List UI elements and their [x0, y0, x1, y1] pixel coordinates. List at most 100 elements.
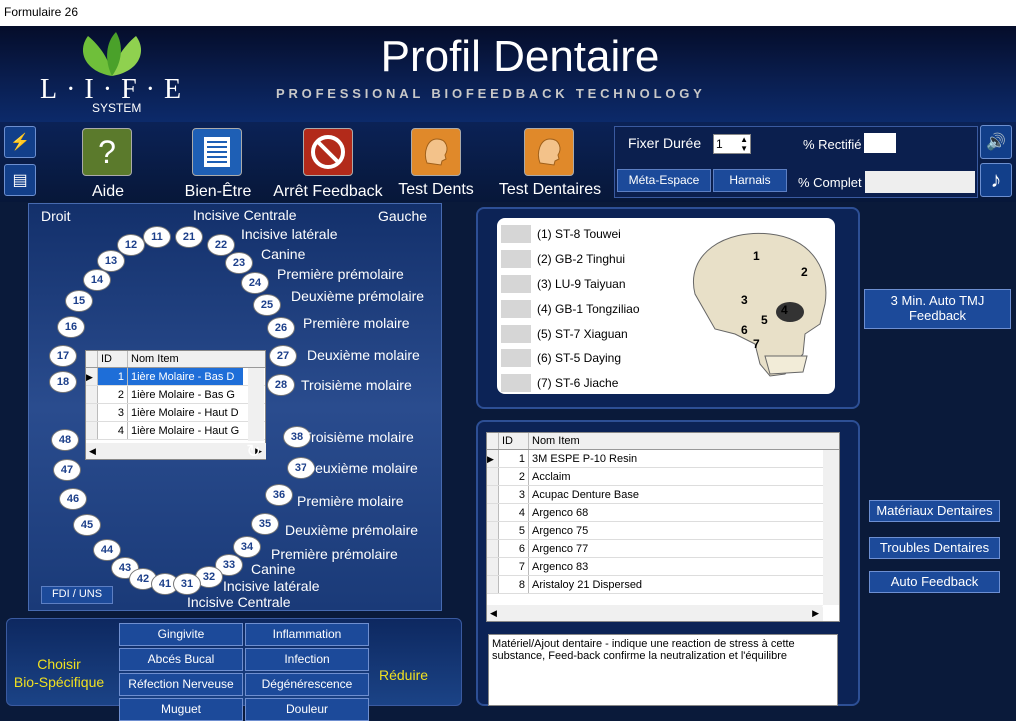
- auto-feedback-button[interactable]: Auto Feedback: [869, 571, 1000, 593]
- acupoint-item[interactable]: (3) LU-9 Taiyuan: [501, 272, 671, 297]
- acupoint-item[interactable]: (5) ST-7 Xiaguan: [501, 321, 671, 346]
- cell-name: Aristaloy 21 Dispersed: [532, 579, 643, 591]
- tooth-27[interactable]: 27: [269, 345, 297, 367]
- duration-spinner[interactable]: 1 ▲ ▼: [713, 134, 751, 154]
- refresh-icon[interactable]: ↻: [821, 602, 836, 623]
- tmj-feedback-button[interactable]: 3 Min. Auto TMJ Feedback: [864, 289, 1011, 329]
- tooth-48[interactable]: 48: [51, 429, 79, 451]
- cell-id: 3: [98, 404, 128, 421]
- materials-scrollbar[interactable]: [823, 450, 839, 605]
- tooth-14[interactable]: 14: [83, 269, 111, 291]
- grid-scrollbar[interactable]: [248, 368, 264, 441]
- table-row[interactable]: 8 Aristaloy 21 Dispersed: [487, 576, 839, 594]
- tooth-47[interactable]: 47: [53, 459, 81, 481]
- materials-grid[interactable]: ID Nom Item ▶ 1 3M ESPE P-10 Resin 2 Acclaim 3…: [486, 432, 840, 622]
- wellbeing-button[interactable]: [192, 128, 242, 176]
- table-row[interactable]: 4 1ière Molaire - Haut G: [86, 422, 265, 440]
- table-row[interactable]: 5 Argenco 75: [487, 522, 839, 540]
- tooth-26[interactable]: 26: [267, 317, 295, 339]
- acupoint-checkbox[interactable]: [501, 374, 531, 393]
- tooth-17[interactable]: 17: [49, 345, 77, 367]
- tooth-45[interactable]: 45: [73, 514, 101, 536]
- symptom-button[interactable]: Gingivite: [119, 623, 243, 646]
- dental-materials-button[interactable]: Matériaux Dentaires: [869, 500, 1000, 522]
- acupoint-item[interactable]: (7) ST-6 Jiache: [501, 371, 671, 396]
- tooth-46[interactable]: 46: [59, 488, 87, 510]
- test-dental-button[interactable]: [524, 128, 574, 176]
- tooth-grid[interactable]: ID Nom Item ▶ 1 1ière Molaire - Bas D 2 1ièr…: [85, 350, 266, 460]
- fdi-uns-button[interactable]: FDI / UNS: [41, 586, 113, 604]
- acupoint-item[interactable]: (4) GB-1 Tongziliao: [501, 296, 671, 321]
- acupoint-checkbox[interactable]: [501, 349, 531, 368]
- speaker-icon[interactable]: 🔊: [980, 125, 1012, 159]
- symptom-button[interactable]: Muguet: [119, 698, 243, 721]
- lower-tooth-label: Deuxième molaire: [305, 460, 418, 476]
- symptom-button[interactable]: Infection: [245, 648, 369, 671]
- acupoint-checkbox[interactable]: [501, 250, 531, 269]
- acupoint-item[interactable]: (2) GB-2 Tinghui: [501, 247, 671, 272]
- tooth-16[interactable]: 16: [57, 316, 85, 338]
- symptom-button[interactable]: Douleur: [245, 698, 369, 721]
- music-note-icon[interactable]: ♪: [980, 163, 1012, 197]
- chat-icon[interactable]: ▤: [4, 164, 36, 196]
- acupoint-item[interactable]: (6) ST-5 Daying: [501, 346, 671, 371]
- table-row[interactable]: 3 1ière Molaire - Haut D: [86, 404, 265, 422]
- tooth-34[interactable]: 34: [233, 536, 261, 558]
- table-row[interactable]: ▶ 1 1ière Molaire - Bas D: [86, 368, 265, 386]
- tooth-25[interactable]: 25: [253, 294, 281, 316]
- meta-space-button[interactable]: Méta-Espace: [617, 169, 711, 192]
- tooth-11[interactable]: 11: [143, 226, 171, 248]
- acupoint-list: (1) ST-8 Touwei (2) GB-2 Tinghui (3) LU-9 …: [501, 222, 671, 396]
- cell-name: Acclaim: [532, 471, 571, 483]
- cell-name: Acupac Denture Base: [532, 489, 640, 501]
- materials-hscrollbar[interactable]: ◀ ▶: [487, 605, 823, 621]
- table-row[interactable]: 2 1ière Molaire - Bas G: [86, 386, 265, 404]
- lower-tooth-label: Première molaire: [297, 493, 404, 509]
- table-row[interactable]: 3 Acupac Denture Base: [487, 486, 839, 504]
- cell-id: 3: [499, 486, 529, 503]
- page-title: Profil Dentaire: [380, 32, 660, 81]
- harness-button[interactable]: Harnais: [713, 169, 787, 192]
- tooth-21[interactable]: 21: [175, 226, 203, 248]
- stop-feedback-button[interactable]: [303, 128, 353, 176]
- table-row[interactable]: 7 Argenco 83: [487, 558, 839, 576]
- symptom-button[interactable]: Inflammation: [245, 623, 369, 646]
- acupoint-item[interactable]: (1) ST-8 Touwei: [501, 222, 671, 247]
- help-button[interactable]: ?: [82, 128, 132, 176]
- lower-tooth-label: Troisième molaire: [303, 429, 414, 445]
- tooth-28[interactable]: 28: [267, 374, 295, 396]
- table-row[interactable]: 6 Argenco 77: [487, 540, 839, 558]
- table-row[interactable]: 4 Argenco 68: [487, 504, 839, 522]
- tooth-36[interactable]: 36: [265, 484, 293, 506]
- skull-point-number: 5: [761, 313, 768, 327]
- acupoint-checkbox[interactable]: [501, 274, 531, 293]
- cell-name: Argenco 68: [532, 507, 589, 519]
- skull-point-number: 2: [801, 265, 808, 279]
- tooth-15[interactable]: 15: [65, 290, 93, 312]
- symptom-button[interactable]: Dégénérescence: [245, 673, 369, 696]
- tooth-31[interactable]: 31: [173, 573, 201, 595]
- tooth-24[interactable]: 24: [241, 272, 269, 294]
- tooth-35[interactable]: 35: [251, 513, 279, 535]
- header: L·I·F·E SYSTEM Profil Dentaire PROFESSIO…: [0, 26, 1016, 122]
- tooth-23[interactable]: 23: [225, 252, 253, 274]
- acupoint-label: (7) ST-6 Jiache: [537, 376, 619, 391]
- refresh-icon[interactable]: ↻: [246, 441, 261, 462]
- symptom-button[interactable]: Abcés Bucal: [119, 648, 243, 671]
- test-teeth-button[interactable]: [411, 128, 461, 176]
- symptom-button[interactable]: Réfection Nerveuse: [119, 673, 243, 696]
- table-row[interactable]: ▶ 1 3M ESPE P-10 Resin: [487, 450, 839, 468]
- acupoint-checkbox[interactable]: [501, 324, 531, 343]
- acupoint-checkbox[interactable]: [501, 225, 531, 244]
- tooth-18[interactable]: 18: [49, 371, 77, 393]
- cell-name: 1ière Molaire - Bas D: [128, 368, 243, 385]
- complete-label: % Complet: [798, 175, 862, 190]
- dental-troubles-button[interactable]: Troubles Dentaires: [869, 537, 1000, 559]
- table-row[interactable]: 2 Acclaim: [487, 468, 839, 486]
- antenna-icon[interactable]: ⚡: [4, 126, 36, 158]
- test-teeth-label: Test Dents: [398, 181, 474, 198]
- acupoint-checkbox[interactable]: [501, 299, 531, 318]
- grid-hscrollbar[interactable]: ◀ ▶: [86, 443, 266, 459]
- spinner-arrows-icon[interactable]: ▲ ▼: [740, 135, 748, 153]
- description-box: Matériel/Ajout dentaire - indique une re…: [488, 634, 838, 706]
